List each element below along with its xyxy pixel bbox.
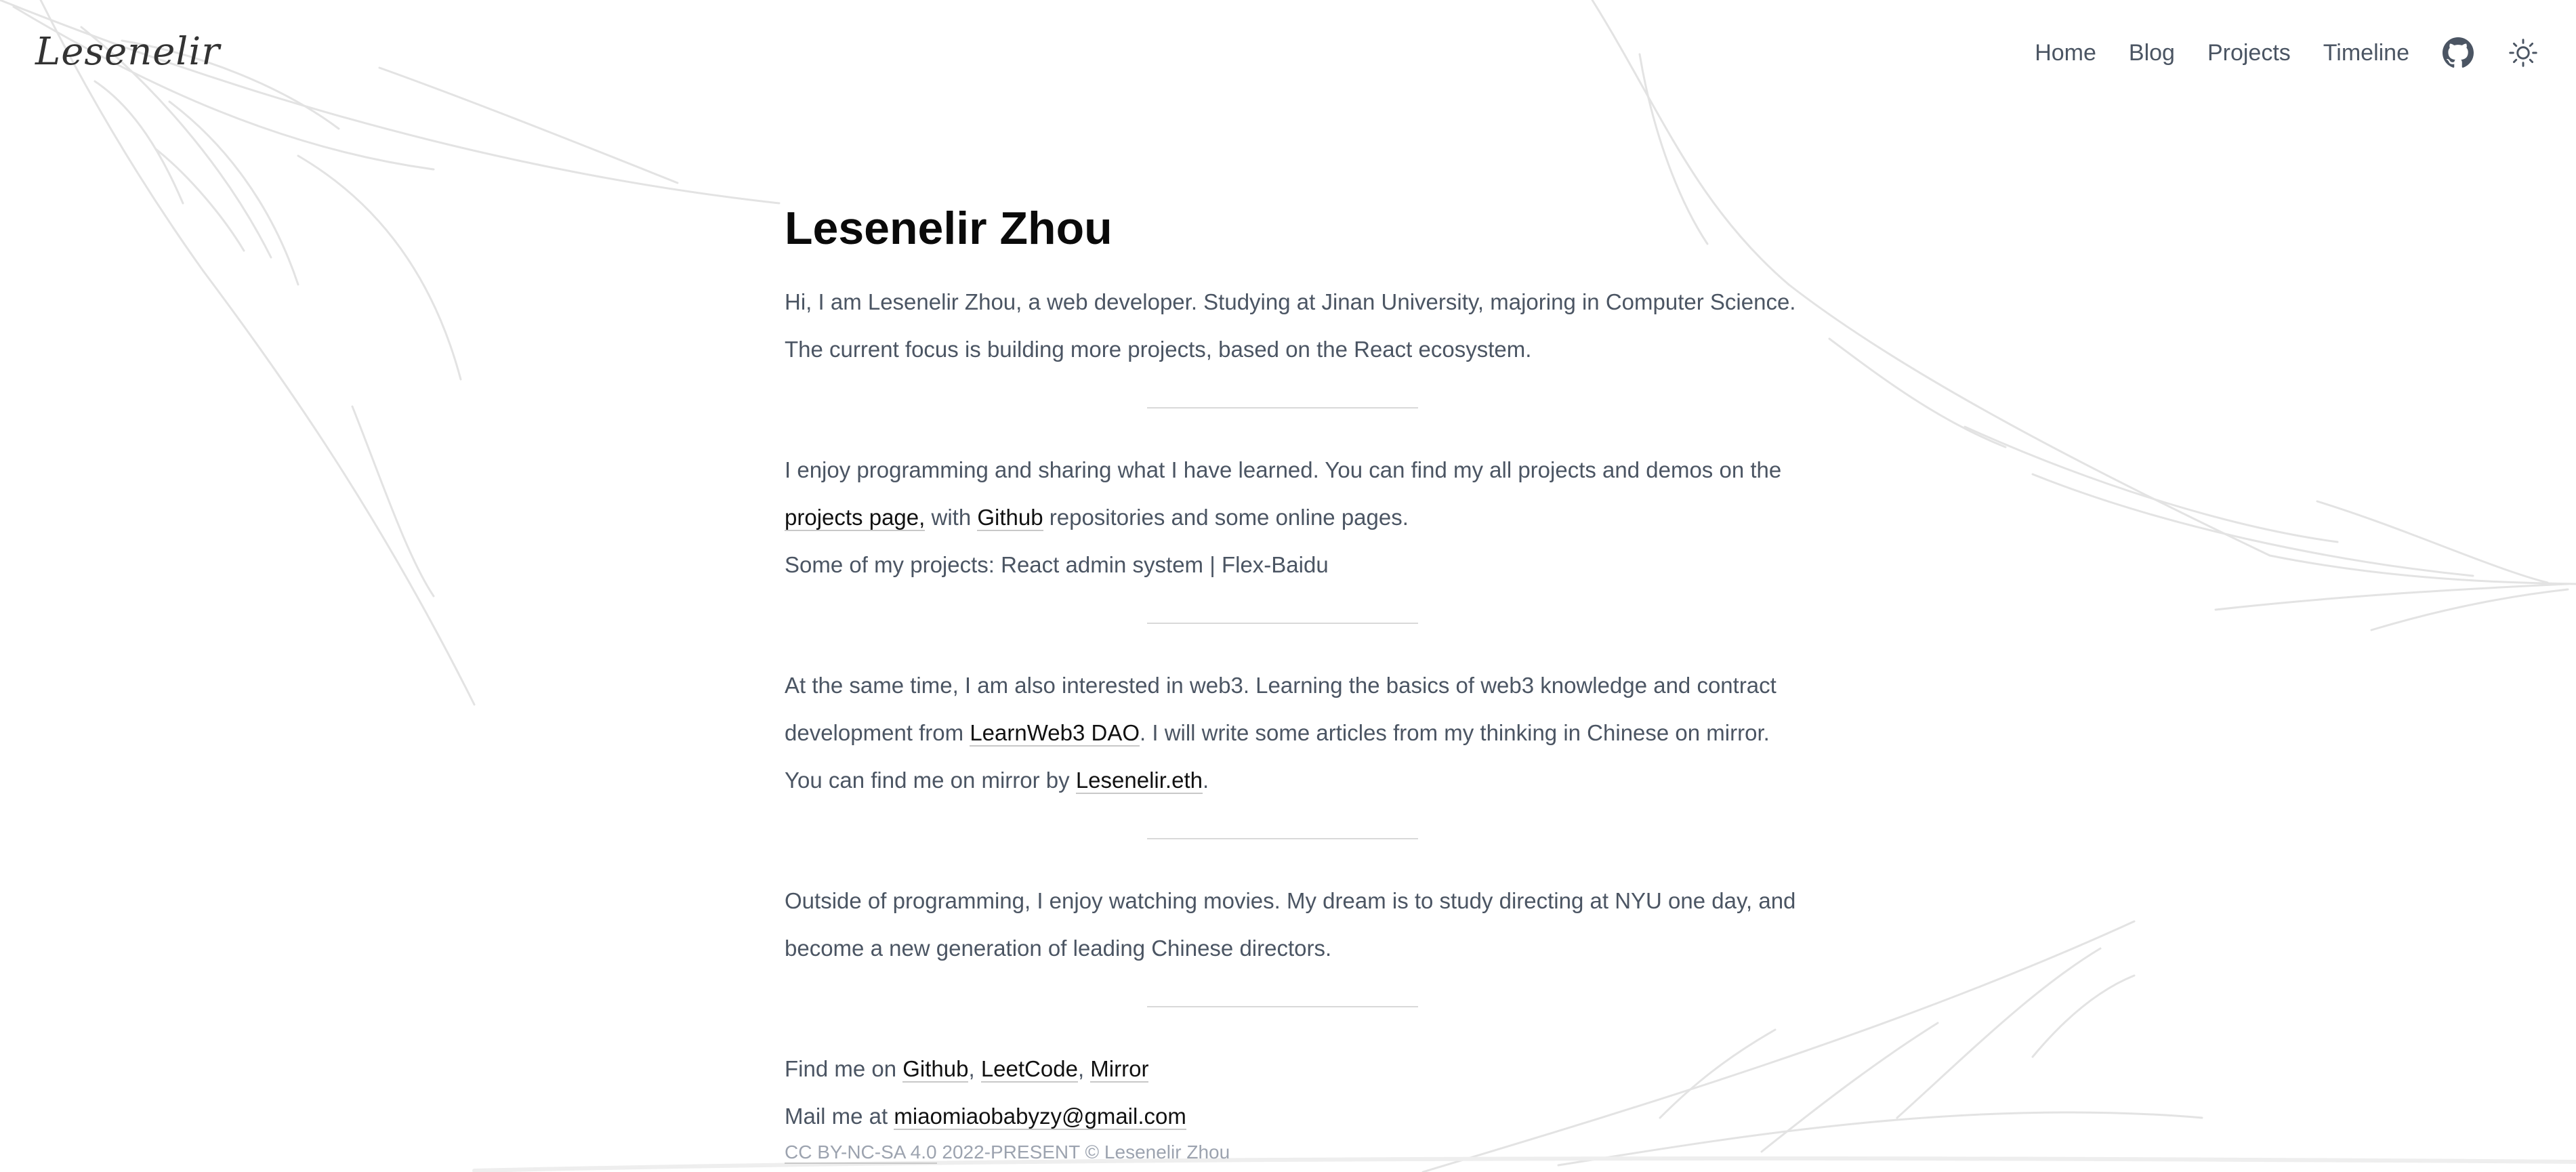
copyright-text: 2022-PRESENT © Lesenelir Zhou xyxy=(936,1142,1230,1163)
contact-github-link[interactable]: Github xyxy=(902,1055,969,1083)
page-title: Lesenelir Zhou xyxy=(785,203,1113,254)
nav-blog-link[interactable]: Blog xyxy=(2129,40,2175,66)
email-link[interactable]: miaomiaobabyzy@gmail.com xyxy=(894,1103,1186,1130)
projects-page-link[interactable]: projects page, xyxy=(785,504,926,531)
main-content: Lesenelir Zhou Hi, I am Lesenelir Zhou, … xyxy=(785,203,1801,1140)
footer: CC BY-NC-SA 4.0 2022-PRESENT © Lesenelir… xyxy=(785,1142,1230,1164)
sun-icon-glyph xyxy=(2509,39,2537,67)
lesenelir-eth-link[interactable]: Lesenelir.eth xyxy=(1075,767,1203,794)
mail-me-prefix: Mail me at xyxy=(785,1103,894,1129)
nav-projects-link[interactable]: Projects xyxy=(2207,40,2291,66)
web3-text-2: . I will write some articles from my thi… xyxy=(1140,719,1770,745)
projects-text-2: with xyxy=(925,504,978,530)
find-me-prefix: Find me on xyxy=(785,1055,903,1081)
nav-timeline-link[interactable]: Timeline xyxy=(2323,40,2409,66)
mirror-line-text: You can find me on mirror by xyxy=(785,767,1076,793)
section-divider xyxy=(1147,406,1418,409)
github-repos-link[interactable]: Github xyxy=(977,504,1043,531)
projects-list-line: Some of my projects: React admin system … xyxy=(785,551,1329,577)
section-divider xyxy=(1147,837,1418,839)
contact-separator: , xyxy=(1077,1055,1091,1081)
nav-home-link[interactable]: Home xyxy=(2035,40,2096,66)
license-link[interactable]: CC BY-NC-SA 4.0 xyxy=(785,1142,937,1164)
mail-me-line: Mail me at miaomiaobabyzy@gmail.com xyxy=(785,1093,1801,1140)
github-icon-glyph xyxy=(2443,37,2474,68)
contact-leetcode-link[interactable]: LeetCode xyxy=(980,1055,1078,1083)
site-logo[interactable]: Lesenelir xyxy=(35,30,220,74)
hobby-paragraph: Outside of programming, I enjoy watching… xyxy=(785,887,1796,961)
sun-icon[interactable] xyxy=(2507,37,2539,69)
section-divider xyxy=(1147,622,1418,624)
section-divider xyxy=(1147,1005,1418,1007)
github-icon[interactable] xyxy=(2442,37,2474,69)
mirror-line-end: . xyxy=(1202,767,1209,793)
contact-mirror-link[interactable]: Mirror xyxy=(1090,1055,1149,1083)
top-navigation: Home Blog Projects Timeline xyxy=(2035,37,2539,69)
projects-text-1: I enjoy programming and sharing what I h… xyxy=(785,457,1782,482)
page: Lesenelir Home Blog Projects Timeline Le… xyxy=(0,0,2576,1172)
projects-paragraph: I enjoy programming and sharing what I h… xyxy=(785,446,1801,541)
learnweb3-dao-link[interactable]: LearnWeb3 DAO xyxy=(970,719,1140,747)
intro-paragraph: Hi, I am Lesenelir Zhou, a web developer… xyxy=(785,289,1796,362)
mirror-line: You can find me on mirror by Lesenelir.e… xyxy=(785,757,1801,804)
find-me-line: Find me on Github, LeetCode, Mirror xyxy=(785,1045,1801,1093)
contact-separator: , xyxy=(968,1055,981,1081)
web3-paragraph: At the same time, I am also interested i… xyxy=(785,662,1801,757)
projects-text-3: repositories and some online pages. xyxy=(1043,504,1409,530)
